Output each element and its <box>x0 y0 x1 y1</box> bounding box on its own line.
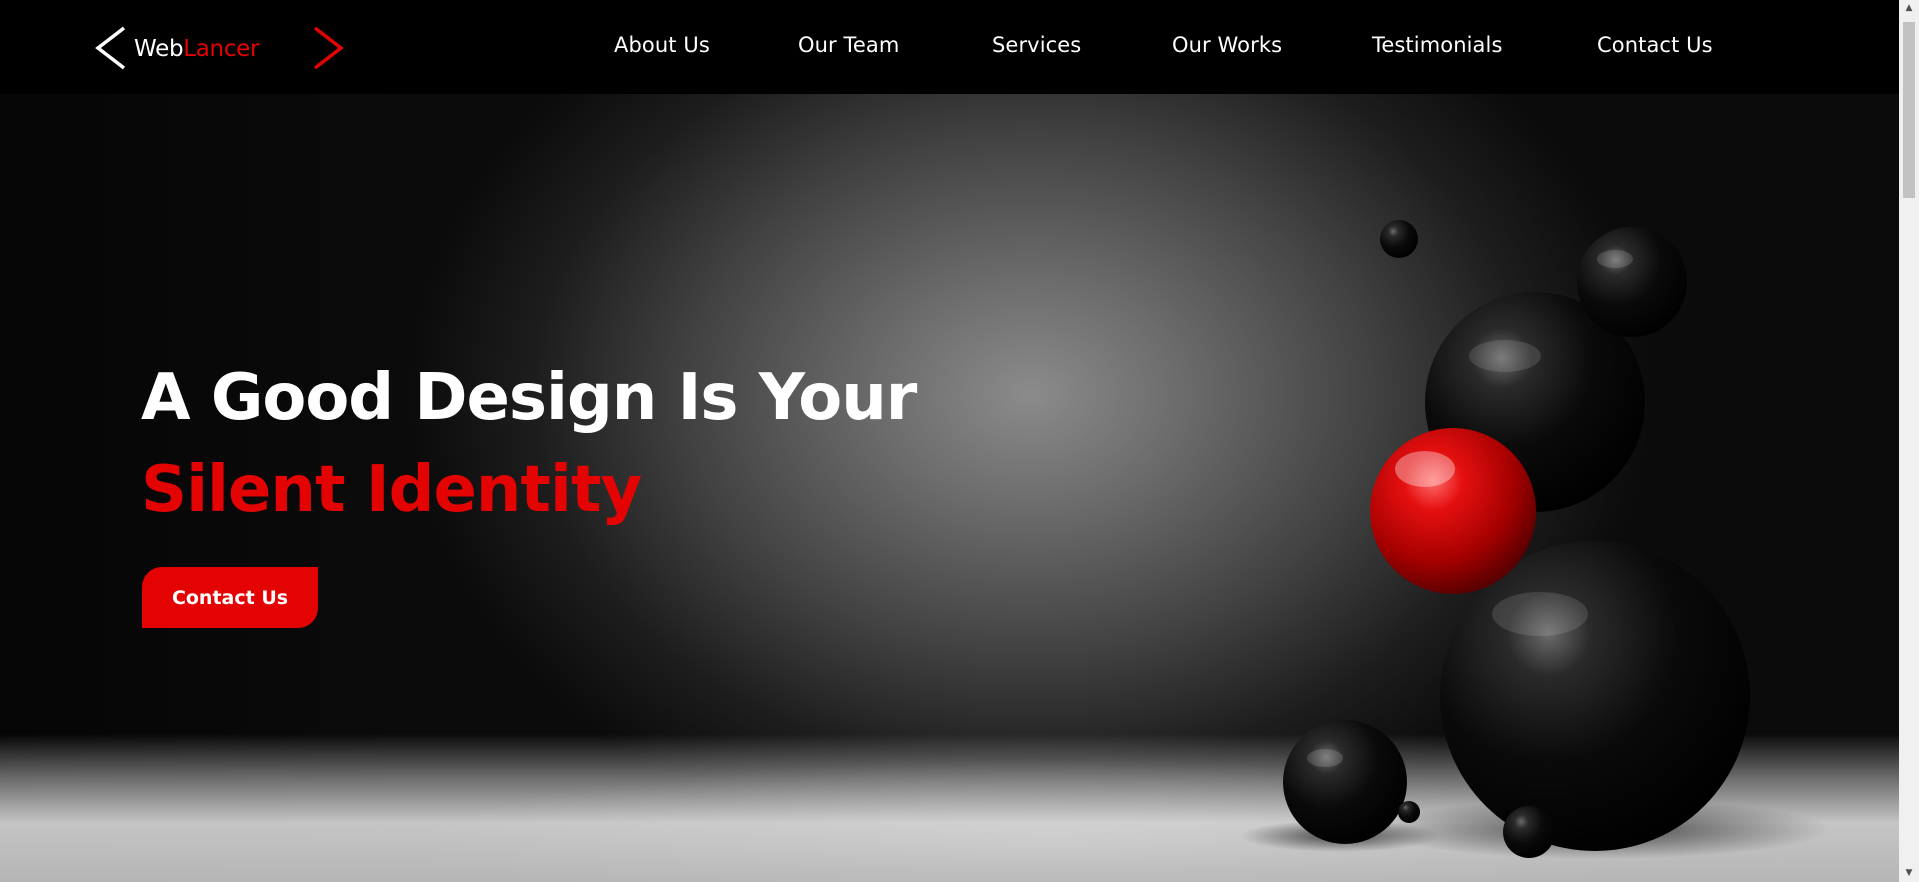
sphere-large-bottom <box>1440 541 1750 851</box>
hero-section: A Good Design Is Your Silent Identity Co… <box>0 94 1899 882</box>
main-nav: About Us Our Team Services Our Works Tes… <box>0 0 1899 94</box>
hero-headline-line2: Silent Identity <box>141 453 642 527</box>
nav-testimonials[interactable]: Testimonials <box>1372 33 1502 57</box>
sphere-middle-highlight <box>1469 340 1541 372</box>
nav-our-works[interactable]: Our Works <box>1172 33 1282 57</box>
sphere-floating-small <box>1380 220 1418 258</box>
navbar: WebLancer About Us Our Team Services Our… <box>0 0 1899 94</box>
nav-contact-us[interactable]: Contact Us <box>1597 33 1713 57</box>
sphere-top-right <box>1577 227 1687 337</box>
scroll-down-arrow-icon[interactable]: ▼ <box>1899 865 1919 882</box>
nav-about-us[interactable]: About Us <box>614 33 710 57</box>
hero-contact-button[interactable]: Contact Us <box>142 567 318 628</box>
nav-our-team[interactable]: Our Team <box>798 33 899 57</box>
scroll-up-arrow-icon[interactable]: ▲ <box>1899 0 1919 17</box>
hero-headline: A Good Design Is Your Silent Identity <box>141 352 917 536</box>
sphere-red-highlight <box>1395 451 1455 487</box>
sphere-large-bottom-highlight <box>1492 592 1588 636</box>
sphere-tiny-2 <box>1503 806 1555 858</box>
sphere-bottom-left-highlight <box>1307 749 1343 767</box>
page: WebLancer About Us Our Team Services Our… <box>0 0 1919 882</box>
scroll-thumb[interactable] <box>1903 22 1915 198</box>
nav-services[interactable]: Services <box>992 33 1081 57</box>
vertical-scrollbar[interactable]: ▲ ▼ <box>1899 0 1919 882</box>
hero-headline-line1: A Good Design Is Your <box>141 361 917 435</box>
sphere-red <box>1370 428 1536 594</box>
sphere-tiny-1 <box>1398 801 1420 823</box>
sphere-bottom-left <box>1283 720 1407 844</box>
sphere-top-right-highlight <box>1597 250 1633 268</box>
